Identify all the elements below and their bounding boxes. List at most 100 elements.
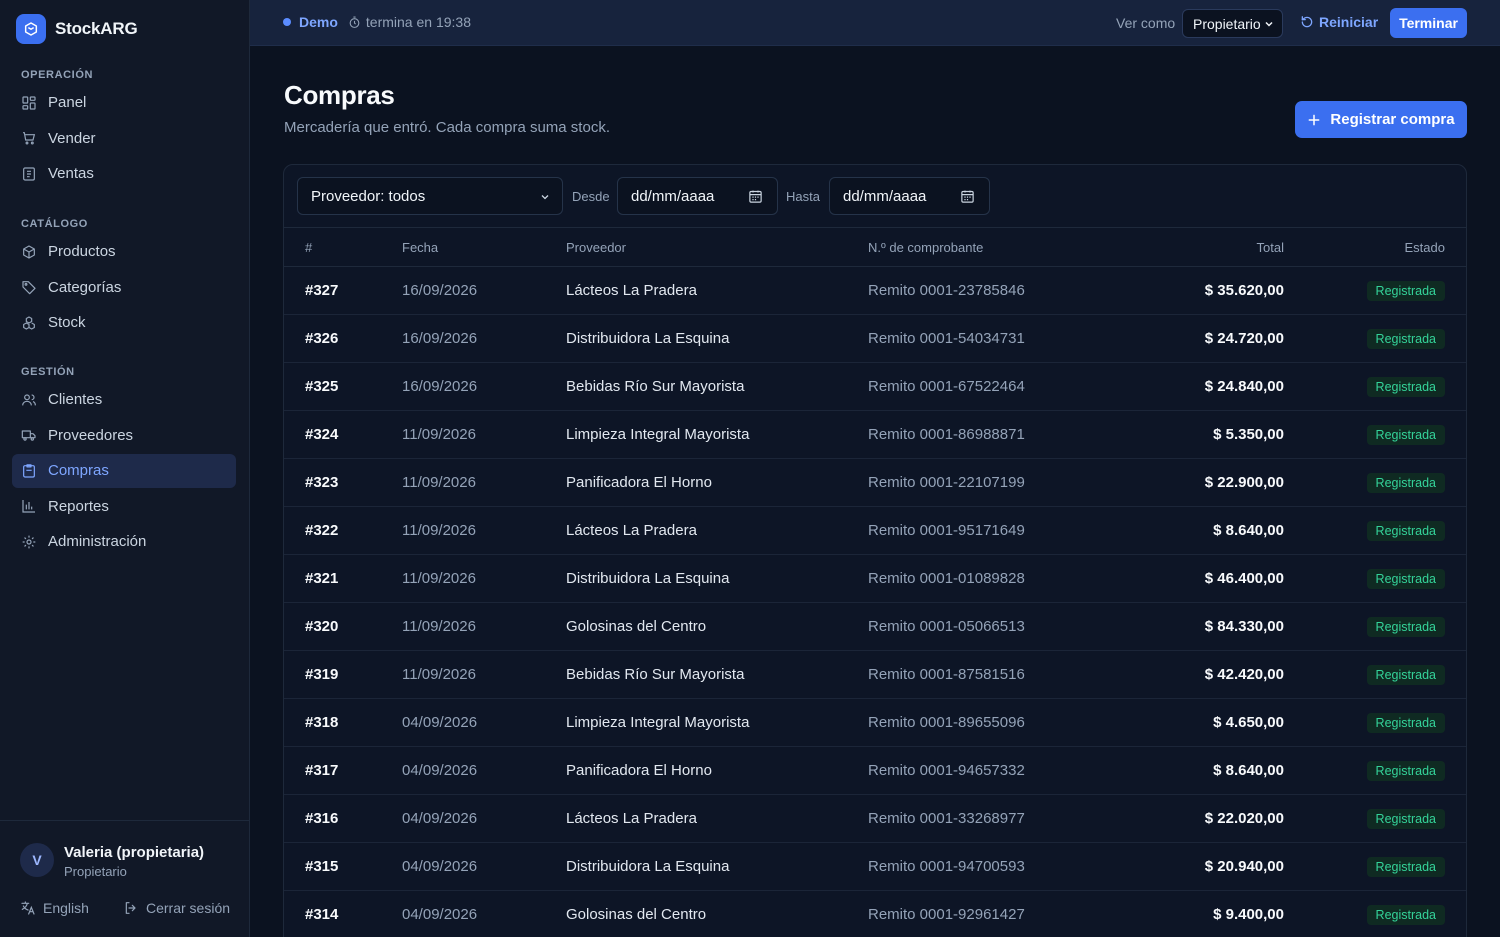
demo-indicator: Demo termina en 19:38 xyxy=(283,14,471,30)
avatar[interactable]: V xyxy=(20,843,54,877)
table-row[interactable]: #315 04/09/2026 Distribuidora La Esquina Re… xyxy=(284,843,1466,891)
table-row[interactable]: #320 11/09/2026 Golosinas del Centro Remito… xyxy=(284,603,1466,651)
purchase-total: $ 9.400,00 xyxy=(1213,906,1284,923)
table-row[interactable]: #325 16/09/2026 Bebidas Río Sur Mayorista R… xyxy=(284,363,1466,411)
purchase-total: $ 8.640,00 xyxy=(1213,762,1284,779)
sidebar-item-productos[interactable]: Productos xyxy=(12,235,236,269)
status-badge: Registrada xyxy=(1366,761,1445,781)
purchase-total: $ 42.420,00 xyxy=(1204,666,1284,683)
from-date-input[interactable]: dd/mm/aaaa xyxy=(617,177,778,215)
purchase-id: #315 xyxy=(305,858,339,875)
brand[interactable]: StockARG xyxy=(16,14,138,44)
purchase-document: Remito 0001-94700593 xyxy=(868,858,1025,875)
restart-label: Reiniciar xyxy=(1319,14,1379,30)
purchase-supplier: Panificadora El Horno xyxy=(566,474,712,491)
sidebar-item-administracion[interactable]: Administración xyxy=(12,525,236,559)
boxes-icon xyxy=(21,315,37,331)
from-date-placeholder: dd/mm/aaaa xyxy=(631,187,715,205)
logout-icon xyxy=(123,900,139,916)
sidebar-item-panel[interactable]: Panel xyxy=(12,86,236,120)
table-row[interactable]: #318 04/09/2026 Limpieza Integral Mayorist… xyxy=(284,699,1466,747)
purchase-supplier: Golosinas del Centro xyxy=(566,618,707,635)
sidebar-item-label: Productos xyxy=(48,243,116,260)
role-select[interactable]: Propietario xyxy=(1182,9,1283,38)
purchase-id: #321 xyxy=(305,570,339,587)
table-row[interactable]: #321 11/09/2026 Distribuidora La Esquina Re… xyxy=(284,555,1466,603)
purchase-total: $ 20.940,00 xyxy=(1204,858,1284,875)
purchase-total: $ 8.640,00 xyxy=(1213,522,1284,539)
tag-icon xyxy=(21,279,37,295)
table-row[interactable]: #317 04/09/2026 Panificadora El Horno Remit… xyxy=(284,747,1466,795)
sidebar-item-compras[interactable]: Compras xyxy=(12,453,236,488)
purchase-supplier: Lácteos La Pradera xyxy=(566,810,697,827)
calendar-icon[interactable] xyxy=(748,189,763,204)
table-row[interactable]: #322 11/09/2026 Lácteos La Pradera Remito 0… xyxy=(284,507,1466,555)
sidebar-item-proveedores[interactable]: Proveedores xyxy=(12,418,236,452)
topbar: Demo termina en 19:38 Ver como Propietar… xyxy=(250,0,1500,46)
sidebar-item-clientes[interactable]: Clientes xyxy=(12,383,236,417)
language-button[interactable]: English xyxy=(20,900,89,916)
table-row[interactable]: #327 16/09/2026 Lácteos La Pradera Remito 0… xyxy=(284,267,1466,315)
table-row[interactable]: #323 11/09/2026 Panificadora El Horno Remit… xyxy=(284,459,1466,507)
to-date-input[interactable]: dd/mm/aaaa xyxy=(829,177,990,215)
sidebar-item-label: Compras xyxy=(48,462,109,479)
bar-chart-icon xyxy=(21,498,37,514)
purchase-total: $ 24.720,00 xyxy=(1204,330,1284,347)
sidebar-item-ventas[interactable]: Ventas xyxy=(12,157,236,191)
logout-button[interactable]: Cerrar sesión xyxy=(123,900,230,916)
purchase-supplier: Bebidas Río Sur Mayorista xyxy=(566,378,745,395)
purchase-date: 11/09/2026 xyxy=(402,666,476,683)
purchase-id: #317 xyxy=(305,762,339,779)
purchase-document: Remito 0001-92961427 xyxy=(868,906,1025,923)
truck-icon xyxy=(21,427,37,443)
nav-heading: GESTIÓN xyxy=(21,366,75,378)
register-purchase-label: Registrar compra xyxy=(1330,111,1455,128)
purchase-total: $ 35.620,00 xyxy=(1204,282,1284,299)
purchase-document: Remito 0001-95171649 xyxy=(868,522,1025,539)
supplier-filter-select[interactable]: Proveedor: todos xyxy=(297,177,563,215)
purchase-total: $ 84.330,00 xyxy=(1204,618,1284,635)
purchase-date: 11/09/2026 xyxy=(402,474,476,491)
purchase-supplier: Golosinas del Centro xyxy=(566,906,707,923)
purchase-date: 11/09/2026 xyxy=(402,426,476,443)
demo-timer: termina en 19:38 xyxy=(348,14,471,30)
column-header-supplier: Proveedor xyxy=(566,240,626,255)
purchase-date: 04/09/2026 xyxy=(402,810,478,827)
sidebar-item-vender[interactable]: Vender xyxy=(12,121,236,155)
sidebar: StockARG OPERACIÓN Panel Vender Ventas C… xyxy=(0,0,250,937)
finish-button[interactable]: Terminar xyxy=(1390,8,1467,38)
purchase-document: Remito 0001-23785846 xyxy=(868,282,1025,299)
table-row[interactable]: #314 04/09/2026 Golosinas del Centro Remito… xyxy=(284,891,1466,937)
purchase-document: Remito 0001-01089828 xyxy=(868,570,1025,587)
purchase-total: $ 4.650,00 xyxy=(1213,714,1284,731)
cart-icon xyxy=(21,130,37,146)
restart-button[interactable]: Reiniciar xyxy=(1300,14,1378,30)
chevron-down-icon xyxy=(539,191,551,203)
sidebar-item-reportes[interactable]: Reportes xyxy=(12,489,236,523)
purchase-supplier: Lácteos La Pradera xyxy=(566,522,697,539)
sidebar-item-categorias[interactable]: Categorías xyxy=(12,270,236,304)
status-badge: Registrada xyxy=(1366,905,1445,925)
page-title: Compras xyxy=(284,80,395,110)
table-row[interactable]: #319 11/09/2026 Bebidas Río Sur Mayorista R… xyxy=(284,651,1466,699)
purchase-supplier: Distribuidora La Esquina xyxy=(566,330,730,347)
nav-section-catalogo: CATÁLOGO Productos Categorías Stock xyxy=(12,215,236,340)
table-row[interactable]: #324 11/09/2026 Limpieza Integral Mayorist… xyxy=(284,411,1466,459)
sidebar-item-label: Categorías xyxy=(48,278,122,296)
purchase-document: Remito 0001-22107199 xyxy=(868,474,1025,491)
status-badge: Registrada xyxy=(1366,281,1445,301)
purchases-panel: Proveedor: todos Desde dd/mm/aaaa Hasta … xyxy=(283,164,1467,937)
purchase-supplier: Limpieza Integral Mayorista xyxy=(566,426,750,443)
status-badge: Registrada xyxy=(1366,329,1445,349)
table-row[interactable]: #326 16/09/2026 Distribuidora La Esquina Re… xyxy=(284,315,1466,363)
register-purchase-button[interactable]: Registrar compra xyxy=(1295,101,1467,138)
purchase-id: #327 xyxy=(305,282,339,299)
sidebar-footer: V Valeria (propietaria) Propietario Engl… xyxy=(0,820,249,937)
status-badge: Registrada xyxy=(1366,617,1445,637)
user-role: Propietario xyxy=(64,864,127,879)
table-row[interactable]: #316 04/09/2026 Lácteos La Pradera Remito 0… xyxy=(284,795,1466,843)
plus-icon xyxy=(1307,113,1321,127)
purchase-supplier: Distribuidora La Esquina xyxy=(566,858,730,875)
sidebar-item-stock[interactable]: Stock xyxy=(12,306,236,340)
calendar-icon[interactable] xyxy=(960,189,975,204)
